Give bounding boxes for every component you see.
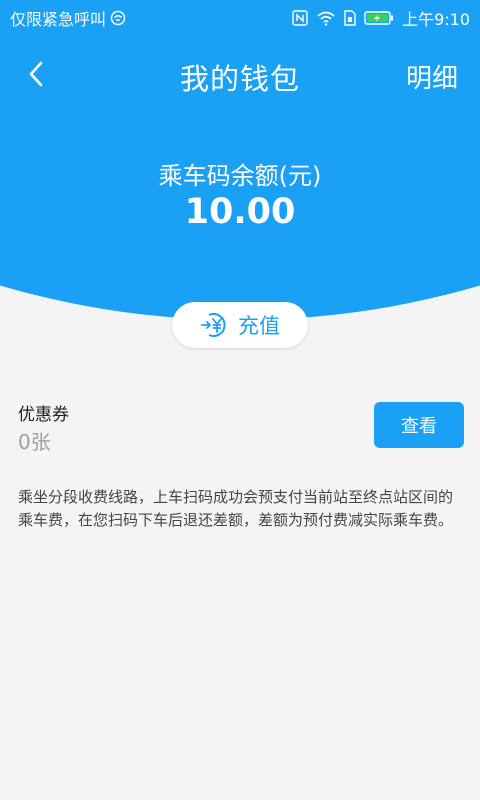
coupon-title: 优惠券 (18, 405, 69, 425)
nfc-icon (292, 10, 308, 26)
status-right: 上午9:10 (292, 6, 470, 30)
navigation-bar: 我的钱包 明细 (0, 44, 480, 104)
coupon-count: 0张 (18, 430, 51, 454)
emergency-call-icon (110, 10, 126, 26)
emergency-call-text: 仅限紧急呼叫 (10, 10, 107, 29)
recharge-yen-icon (200, 311, 230, 339)
balance-label: 乘车码余额(元) (158, 162, 322, 190)
status-bar: 仅限紧急呼叫 上午9:10 (0, 0, 480, 34)
recharge-label: 充值 (238, 314, 280, 338)
wifi-icon (316, 10, 336, 26)
recharge-button[interactable]: 充值 (172, 302, 308, 348)
view-coupons-button[interactable]: 查看 (374, 402, 464, 448)
status-time: 上午9:10 (402, 10, 470, 29)
sim-icon (344, 10, 356, 26)
detail-button[interactable]: 明细 (406, 58, 458, 95)
fare-notice: 乘坐分段收费线路，上车扫码成功会预支付当前站至终点站区间的乘车费，在您扫码下车后… (18, 488, 454, 529)
battery-charging-icon (364, 10, 394, 26)
coupon-section: 优惠券 0张 查看 (18, 396, 464, 456)
balance-value: 10.00 (184, 192, 296, 232)
status-left: 仅限紧急呼叫 (10, 6, 126, 30)
